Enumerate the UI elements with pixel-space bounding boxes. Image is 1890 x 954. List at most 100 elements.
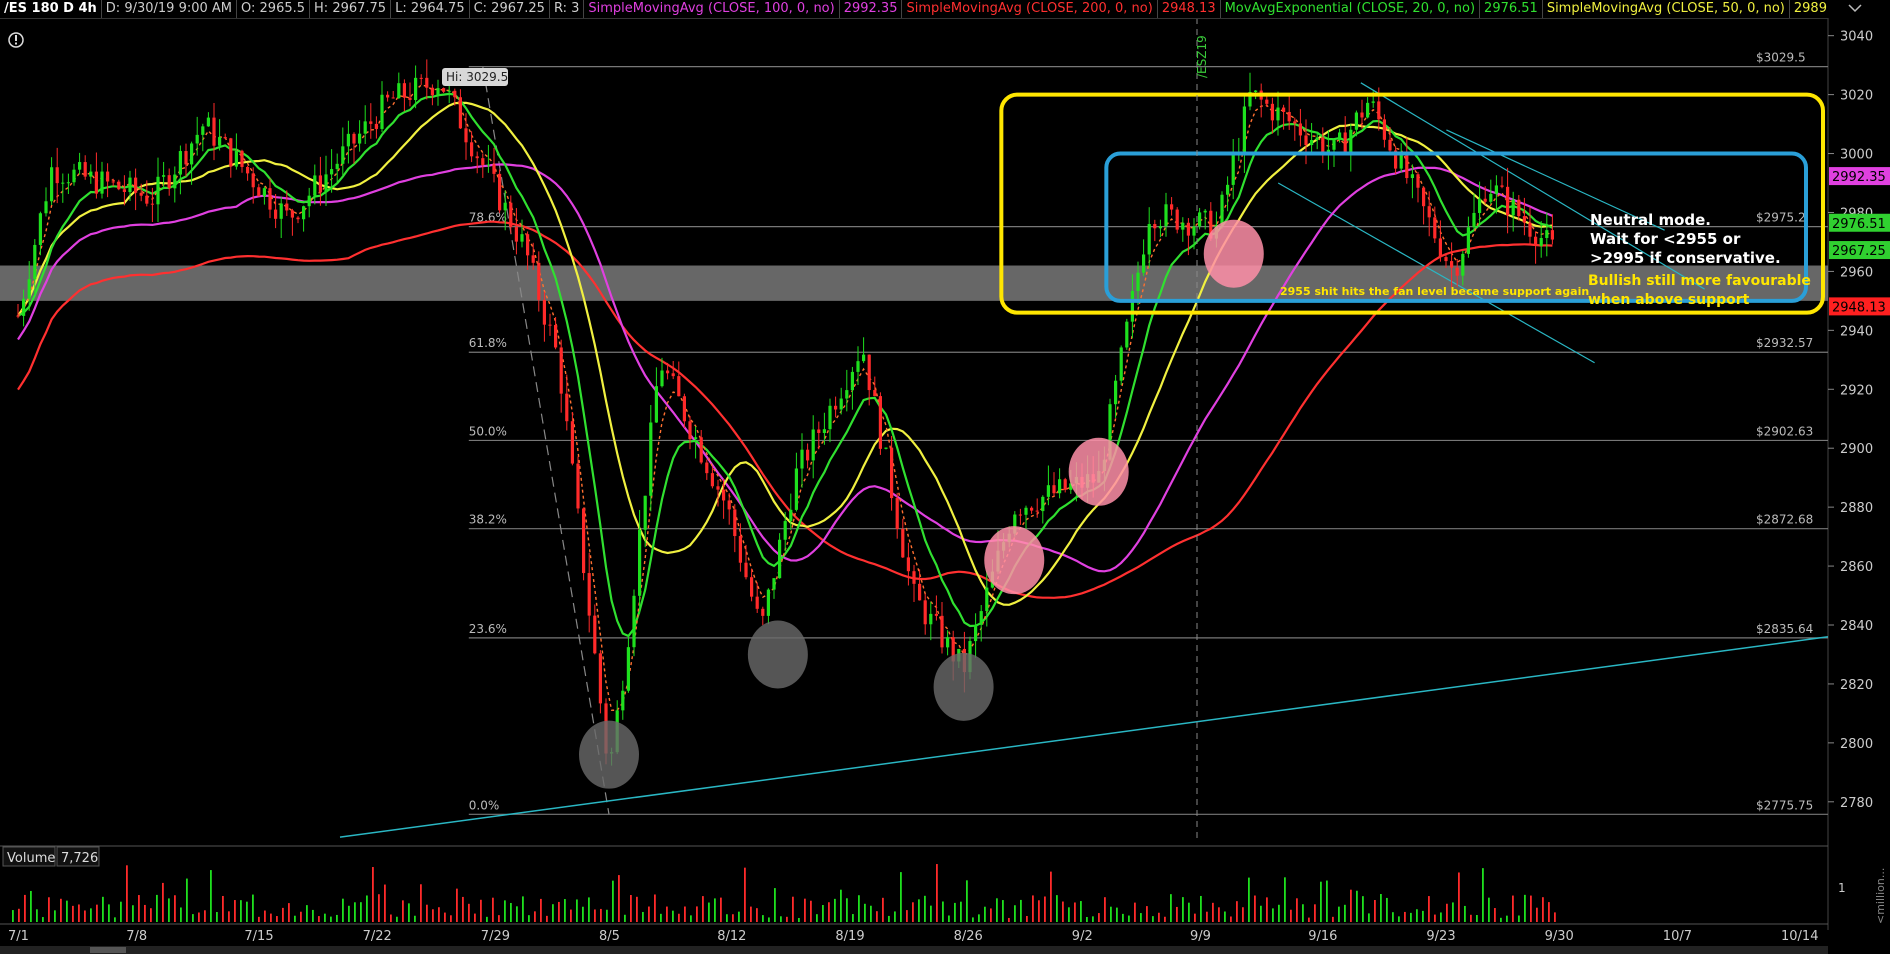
price-badge-text: 2948.13 — [1832, 300, 1886, 315]
candle-body — [363, 121, 367, 134]
price-chart[interactable]: 0.0% $2775.75 23.6% $2835.64 38.2% $2872.68 50… — [0, 0, 1890, 954]
candle-body — [430, 87, 434, 96]
gray-circle — [579, 720, 639, 789]
contract-marker: /ESZ19 — [1195, 35, 1209, 78]
study-value-3: 2989.8 — [1790, 0, 1828, 18]
volume-bar — [1458, 872, 1460, 922]
volume-bar — [588, 897, 590, 922]
candle-body — [682, 396, 686, 422]
volume-bar — [1218, 907, 1220, 922]
candle-body — [1276, 107, 1280, 121]
study-legend: SimpleMovingAvg (CLOSE, 100, 0, no) 2992.… — [584, 0, 1828, 18]
fib-price-label: $2775.75 — [1756, 798, 1813, 812]
candle-body — [1304, 135, 1308, 146]
volume-bar — [900, 872, 902, 922]
candle-body — [1114, 380, 1118, 405]
candle-body — [1287, 111, 1291, 122]
volume-bar — [84, 910, 86, 922]
volume-bar — [96, 904, 98, 922]
study-label-1[interactable]: SimpleMovingAvg (CLOSE, 200, 0, no) — [902, 0, 1158, 18]
candle-body — [1231, 155, 1235, 185]
y-tick-label: 2880 — [1840, 501, 1873, 516]
symbol-label[interactable]: /ES 180 D 4h — [0, 0, 102, 18]
volume-bar — [1482, 868, 1484, 922]
volume-bar — [666, 906, 668, 922]
x-tick-label: 10/14 — [1781, 929, 1818, 944]
candle-body — [27, 279, 31, 299]
candle-body — [1024, 507, 1028, 515]
volume-bar — [1368, 913, 1370, 922]
candle-body — [246, 166, 250, 174]
fib-price-label: $2835.64 — [1756, 622, 1813, 636]
candle-body — [1293, 121, 1297, 124]
candle-body — [1433, 217, 1437, 239]
candle-body — [974, 624, 978, 642]
study-label-3[interactable]: SimpleMovingAvg (CLOSE, 50, 0, no) — [1543, 0, 1790, 18]
volume-bar — [372, 867, 374, 922]
volume-bar — [912, 902, 914, 922]
candle-body — [1164, 204, 1168, 227]
candle-body — [1315, 137, 1319, 140]
candle-body — [677, 376, 681, 397]
horizontal-scrollbar[interactable] — [0, 946, 1828, 954]
candle-body — [486, 164, 490, 166]
candle-body — [1220, 194, 1224, 225]
scrollbar-thumb[interactable] — [90, 947, 126, 953]
candle-body — [1310, 139, 1314, 146]
candle-body — [1349, 129, 1353, 152]
candle-body — [1377, 101, 1381, 120]
study-label-2[interactable]: MovAvgExponential (CLOSE, 20, 0, no) — [1221, 0, 1481, 18]
candle-body — [862, 354, 866, 362]
volume-bar — [1086, 916, 1088, 922]
candle-body — [789, 509, 793, 522]
volume-bar — [132, 905, 134, 922]
volume-bar — [744, 867, 746, 922]
candle-body — [447, 90, 451, 92]
volume-bar — [474, 913, 476, 922]
candle-body — [1119, 347, 1123, 381]
candle-body — [402, 83, 406, 98]
x-tick-label: 8/12 — [717, 929, 746, 944]
volume-bar — [1308, 917, 1310, 922]
candle-body — [33, 244, 37, 280]
volume-bar — [918, 899, 920, 922]
annotation-neutral-2: Wait for <2955 or — [1590, 230, 1741, 248]
candle-body — [626, 647, 630, 691]
volume-bar — [1104, 897, 1106, 922]
study-label-0[interactable]: SimpleMovingAvg (CLOSE, 100, 0, no) — [584, 0, 840, 18]
candle-body — [587, 573, 591, 616]
candle-body — [783, 521, 787, 540]
volume-bar — [162, 882, 164, 922]
candle-body — [1494, 185, 1498, 194]
candle-body — [268, 188, 272, 210]
volume-bar — [402, 900, 404, 922]
candle-body — [1058, 479, 1062, 494]
candle-body — [498, 173, 502, 211]
candle-body — [509, 202, 513, 228]
candle-body — [985, 587, 989, 612]
volume-bar — [1254, 895, 1256, 922]
volume-bar — [714, 898, 716, 922]
candle-body — [822, 429, 826, 433]
x-tick-label: 9/16 — [1308, 929, 1337, 944]
study-value-2: 2976.51 — [1480, 0, 1543, 18]
collapse-icon[interactable] — [1848, 2, 1862, 14]
candle-body — [358, 133, 362, 144]
volume-bar — [648, 906, 650, 922]
fib-price-label: $2902.63 — [1756, 424, 1813, 438]
candle-body — [1136, 272, 1140, 292]
volume-bar — [798, 917, 800, 922]
candle-body — [531, 255, 535, 263]
candle-body — [1175, 209, 1179, 230]
candle-body — [1226, 184, 1230, 195]
candle-body — [318, 175, 322, 193]
annotation-neutral-1: Neutral mode. — [1590, 211, 1711, 229]
candle-body — [638, 529, 642, 596]
volume-bar — [360, 902, 362, 922]
volume-bar — [204, 910, 206, 922]
volume-bar — [642, 911, 644, 922]
candle-body — [1522, 216, 1526, 223]
volume-bar — [738, 911, 740, 922]
volume-bar — [1146, 906, 1148, 922]
y-tick-label: 2920 — [1840, 383, 1873, 398]
